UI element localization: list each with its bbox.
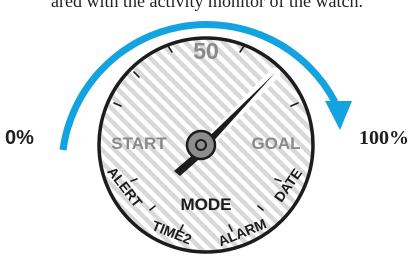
dial-graphic: 50 START GOAL MODE ALERT TIME2 ALARM DAT… [59,21,352,254]
dial-top-value: 50 [193,38,219,64]
activity-monitor-figure: ared with the activity monitor of the wa… [0,0,414,261]
progress-arrow-head [325,101,352,130]
dial-mode-label: MODE [181,195,232,214]
progress-end-label: 100% [359,127,409,149]
dial-start-label: START [111,134,167,153]
needle-hub [185,129,217,161]
dial-goal-label: GOAL [251,134,300,153]
progress-start-label: 0% [5,127,34,149]
